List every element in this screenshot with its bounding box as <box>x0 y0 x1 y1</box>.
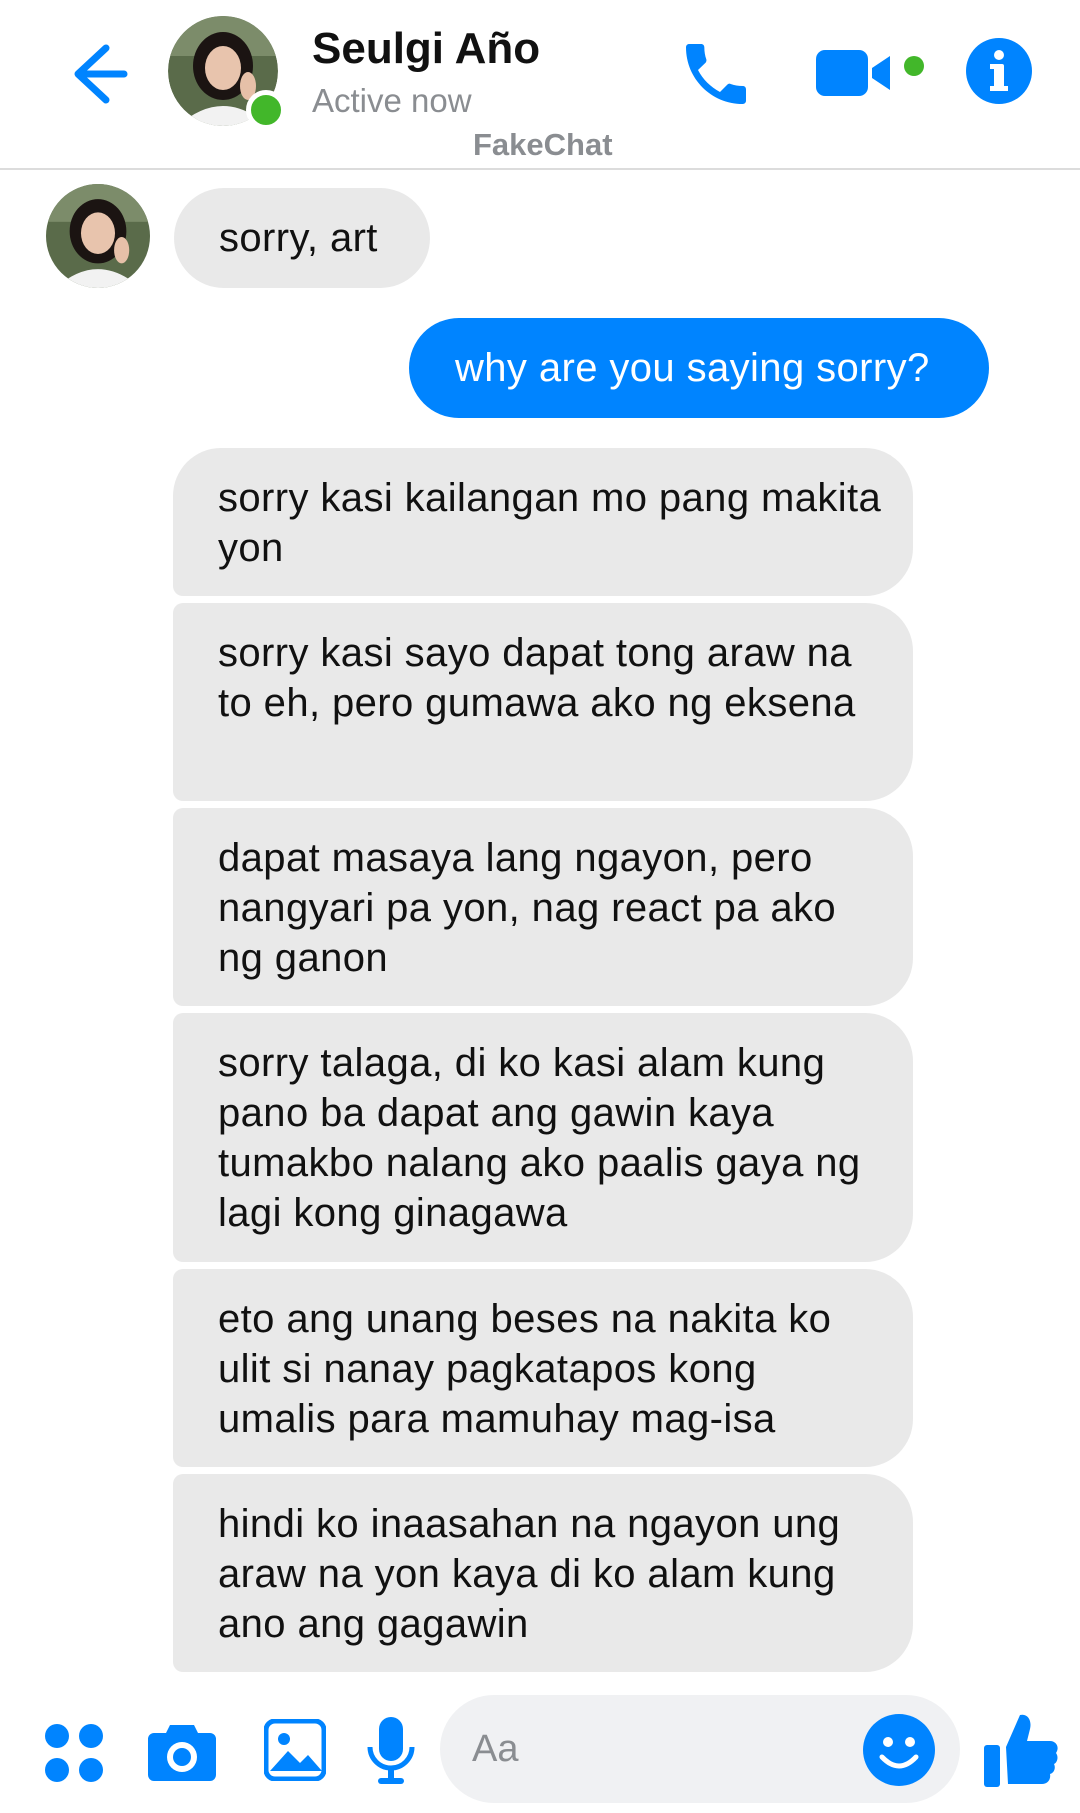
video-camera-icon[interactable] <box>816 44 936 104</box>
camera-icon[interactable] <box>148 1721 216 1781</box>
incoming-message[interactable]: eto ang unang beses na nakita ko ulit si… <box>173 1269 913 1467</box>
info-icon[interactable] <box>966 38 1032 104</box>
incoming-message[interactable]: hindi ko inaasahan na ngayon ung araw na… <box>173 1474 913 1672</box>
online-indicator <box>246 90 286 130</box>
incoming-message[interactable]: sorry kasi sayo dapat tong araw na to eh… <box>173 603 913 801</box>
chat-header: Seulgi Año Active now FakeChat <box>0 0 1080 170</box>
image-icon[interactable] <box>263 1718 327 1782</box>
contact-name[interactable]: Seulgi Año <box>312 24 540 74</box>
incoming-message[interactable]: sorry kasi kailangan mo pang makita yon <box>173 448 913 596</box>
thumbs-up-icon[interactable] <box>984 1711 1058 1789</box>
message-composer <box>0 1685 1080 1813</box>
app-watermark: FakeChat <box>473 127 613 162</box>
microphone-icon[interactable] <box>366 1717 416 1785</box>
sender-avatar[interactable] <box>46 184 150 288</box>
active-status: Active now <box>312 82 472 119</box>
four-dots-icon[interactable] <box>44 1723 104 1783</box>
contact-avatar[interactable] <box>168 16 286 130</box>
back-arrow-icon[interactable] <box>56 34 136 114</box>
incoming-message[interactable]: sorry talaga, di ko kasi alam kung pano … <box>173 1013 913 1262</box>
incoming-message[interactable]: dapat masaya lang ngayon, pero nangyari … <box>173 808 913 1006</box>
phone-icon[interactable] <box>676 34 756 114</box>
outgoing-message[interactable]: why are you saying sorry? <box>409 318 989 418</box>
message-list-fade <box>0 1675 1080 1685</box>
smiley-icon[interactable] <box>862 1713 936 1787</box>
incoming-message[interactable]: sorry, art <box>174 188 430 288</box>
